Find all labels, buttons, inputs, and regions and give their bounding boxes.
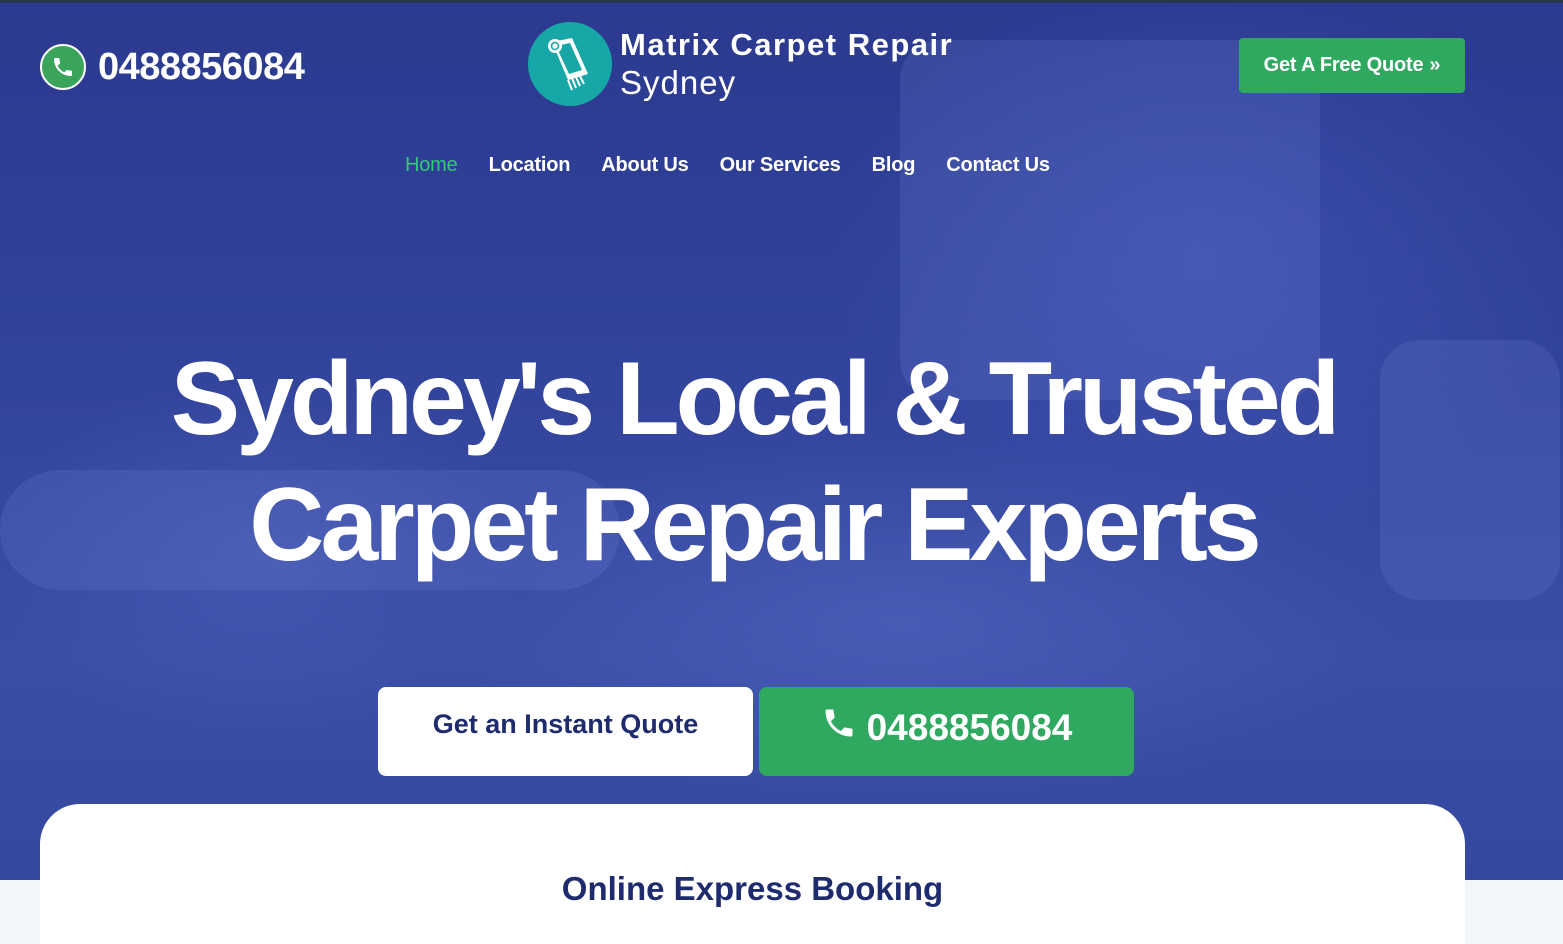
phone-icon (821, 705, 857, 750)
hero-headline-line2: Carpet Repair Experts (249, 467, 1261, 583)
get-free-quote-label: Get A Free Quote (1263, 54, 1424, 76)
hero-headline-line1: Sydney's Local & Trusted (170, 341, 1341, 457)
nav-item-home[interactable]: Home (405, 154, 458, 177)
logo-title: Matrix Carpet Repair (620, 27, 954, 62)
instant-quote-label: Get an Instant Quote (432, 709, 699, 739)
carpet-roll-logo-icon (528, 22, 612, 106)
nav-item-contact-us[interactable]: Contact Us (946, 154, 1050, 177)
call-now-number: 0488856084 (866, 706, 1073, 748)
top-border (0, 0, 1563, 3)
nav-item-about-us[interactable]: About Us (601, 154, 688, 177)
nav-item-blog[interactable]: Blog (872, 154, 916, 177)
nav-item-location[interactable]: Location (489, 154, 571, 177)
nav-item-our-services[interactable]: Our Services (720, 154, 841, 177)
header-phone-number[interactable]: 0488856084 (98, 46, 305, 89)
header-phone[interactable]: 0488856084 (40, 44, 305, 90)
logo-subtitle: Sydney (620, 64, 737, 101)
hero-headline: Sydney's Local & Trusted Carpet Repair E… (0, 336, 1507, 588)
booking-title: Online Express Booking (561, 870, 944, 907)
get-free-quote-button[interactable]: Get A Free Quote » (1239, 38, 1465, 93)
booking-card: Online Express Booking (40, 804, 1465, 944)
instant-quote-button[interactable]: Get an Instant Quote (378, 687, 753, 776)
site-logo[interactable]: Matrix Carpet Repair Sydney (528, 22, 953, 106)
phone-icon (40, 44, 86, 90)
main-nav: Home Location About Us Our Services Blog… (405, 154, 1050, 177)
double-chevron-right-icon: » (1429, 54, 1441, 76)
hero-section: 0488856084 Matrix Carpet Repair Sydney G… (0, 0, 1563, 880)
call-now-button[interactable]: 0488856084 (759, 687, 1134, 776)
